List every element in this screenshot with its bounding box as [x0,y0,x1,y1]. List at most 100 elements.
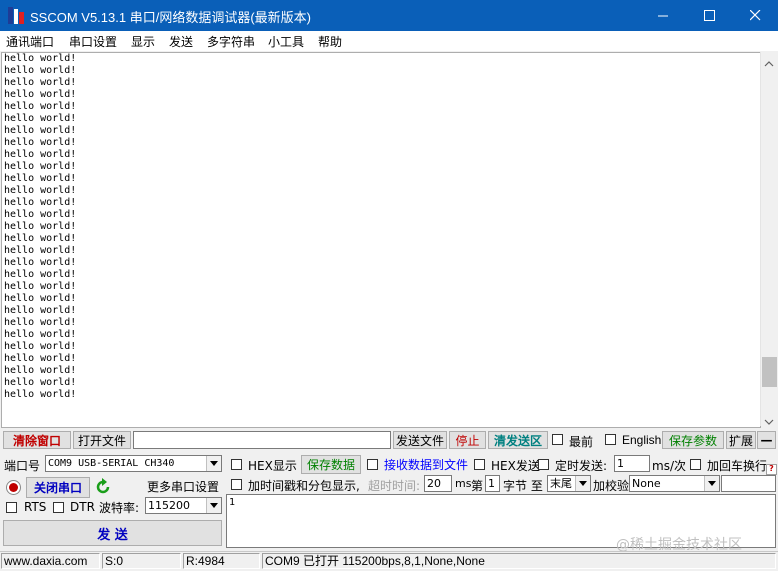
byte-index-input[interactable]: 1 [485,475,500,492]
dtr-checkbox[interactable] [53,502,64,513]
minimize-icon [657,15,668,17]
checksum-label: 加校验 [593,479,630,493]
receive-line: hello world! [4,341,77,352]
receive-line: hello world! [4,245,77,256]
send-button[interactable]: 发 送 [3,520,222,546]
record-icon [9,483,18,492]
clear-send-button[interactable]: 清发送区 [488,431,548,449]
receive-line: hello world! [4,101,77,112]
chevron-down-icon [206,456,221,471]
add-crlf-label: 加回车换行 [707,459,768,473]
window-title: SSCOM V5.13.1 串口/网络数据调试器(最新版本) [30,10,311,25]
website-link[interactable]: www.daxia.com [1,553,100,569]
receive-line: hello world! [4,221,77,232]
receive-line: hello world! [4,185,77,196]
maximize-button[interactable] [686,0,732,31]
receive-line: hello world! [4,161,77,172]
hex-send-checkbox[interactable] [474,459,485,470]
receive-line: hello world! [4,377,77,388]
timeout-input[interactable]: 20 [424,475,452,492]
receive-line: hello world! [4,113,77,124]
menu-tools[interactable]: 小工具 [268,33,304,50]
receive-line: hello world! [4,317,77,328]
status-bar: www.daxia.com S:0 R:4984 COM9 已打开 115200… [0,551,778,571]
close-button[interactable] [732,0,778,31]
topmost-checkbox[interactable] [552,434,563,445]
interval-input[interactable]: 1 [614,455,650,472]
title-bar[interactable]: SSCOM V5.13.1 串口/网络数据调试器(最新版本) [0,0,778,31]
expand-button[interactable]: 扩展 [726,431,756,449]
menu-comm-port[interactable]: 通讯端口 [6,33,54,50]
receive-line: hello world! [4,257,77,268]
baud-select[interactable]: 115200 [145,497,222,514]
timeout-unit-label: ms [455,477,472,490]
save-data-button[interactable]: 保存数据 [301,455,361,474]
received-count: R:4984 [183,553,260,569]
checksum-select[interactable]: None [629,475,720,492]
menu-send[interactable]: 发送 [169,33,193,50]
open-file-button[interactable]: 打开文件 [73,431,131,449]
receive-line: hello world! [4,281,77,292]
menu-display[interactable]: 显示 [131,33,155,50]
receive-line: hello world! [4,173,77,184]
chevron-down-icon [704,476,719,491]
scroll-up-icon[interactable] [764,56,774,70]
timestamp-label: 加时间戳和分包显示, [248,479,360,493]
receive-scrollbar[interactable] [760,52,778,426]
rts-checkbox[interactable] [6,502,17,513]
more-settings-button[interactable]: 更多串口设置 [146,477,220,496]
receive-line: hello world! [4,209,77,220]
menu-help[interactable]: 帮助 [318,33,342,50]
file-path-input[interactable] [133,431,391,449]
timed-send-label: 定时发送: [555,459,608,473]
hex-send-label: HEX发送 [491,459,540,473]
byte-prefix-label: 第 [471,479,484,493]
checksum-select-value: None [632,477,661,490]
receive-line: hello world! [4,125,77,136]
close-port-button[interactable]: 关闭串口 [26,477,90,498]
receive-line: hello world! [4,353,77,364]
receive-line: hello world! [4,89,77,100]
english-checkbox[interactable] [605,434,616,445]
app-icon [8,7,24,24]
receive-line: hello world! [4,233,77,244]
add-crlf-checkbox[interactable] [690,459,701,470]
maximize-icon [703,10,715,21]
save-params-button[interactable]: 保存参数 [662,431,724,449]
receive-line: hello world! [4,389,77,400]
menu-serial-settings[interactable]: 串口设置 [69,33,117,50]
sent-count: S:0 [102,553,181,569]
port-label: 端口号 [4,459,41,473]
tail-select[interactable]: 末尾 [547,475,591,492]
stop-button[interactable]: 停止 [449,431,486,449]
help-icon[interactable]: ? [766,464,777,475]
scroll-down-icon[interactable] [764,414,774,428]
byte-suffix-label: 字节 至 [503,479,543,493]
topmost-label: 最前 [569,435,594,449]
receive-line: hello world! [4,65,77,76]
minimize-button[interactable] [640,0,686,31]
receive-line: hello world! [4,77,77,88]
timestamp-checkbox[interactable] [231,479,242,490]
port-select-value: COM9 USB-SERIAL CH340 [48,458,175,469]
port-select[interactable]: COM9 USB-SERIAL CH340 [45,455,222,472]
recv-to-file-label[interactable]: 接收数据到文件 [384,456,468,473]
refresh-icon[interactable] [94,478,112,499]
baud-select-value: 115200 [148,499,190,512]
receive-area[interactable]: hello world! hello world! hello world! hell… [1,52,761,428]
timed-send-checkbox[interactable] [538,459,549,470]
dtr-label: DTR [70,500,95,514]
recv-to-file-checkbox[interactable] [367,459,378,470]
rts-label: RTS [24,500,47,514]
menu-bar: 通讯端口 串口设置 显示 发送 多字符串 小工具 帮助 [0,31,778,51]
clear-window-button[interactable]: 清除窗口 [3,431,71,449]
send-file-button[interactable]: 发送文件 [393,431,447,449]
menu-multi-string[interactable]: 多字符串 [207,33,255,50]
scroll-thumb[interactable] [762,357,777,387]
hex-display-checkbox[interactable] [231,459,242,470]
hex-display-label: HEX显示 [248,459,297,473]
checksum-extra-input[interactable] [721,475,776,492]
chevron-down-icon [206,498,221,513]
collapse-button[interactable]: — [757,431,776,449]
receive-line: hello world! [4,53,77,64]
